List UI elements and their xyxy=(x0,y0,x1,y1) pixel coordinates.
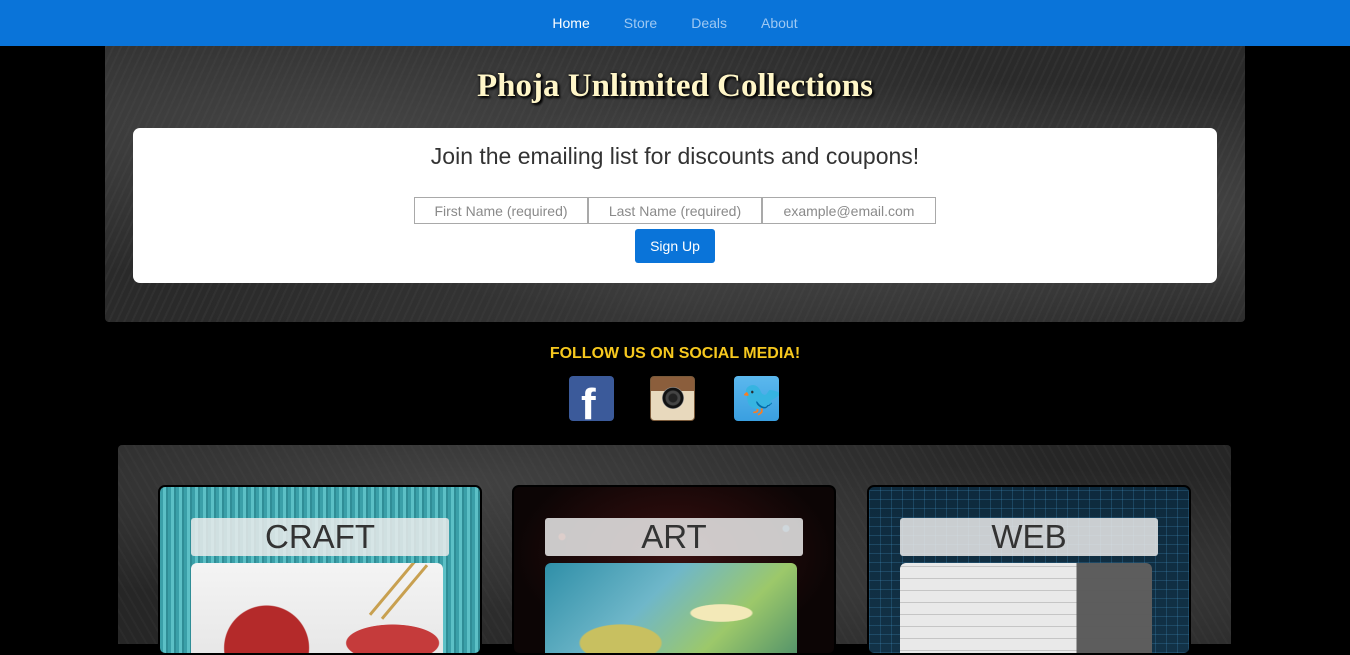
instagram-icon[interactable] xyxy=(650,376,695,421)
first-name-input[interactable] xyxy=(414,197,588,224)
nav-deals-link[interactable]: Deals xyxy=(674,15,744,31)
category-label-craft: CRAFT xyxy=(191,518,449,556)
top-navbar: Home Store Deals About xyxy=(0,0,1350,46)
art-image xyxy=(545,563,797,653)
facebook-icon[interactable]: f xyxy=(569,376,614,421)
nav-store-link[interactable]: Store xyxy=(607,15,674,31)
sign-up-button[interactable]: Sign Up xyxy=(635,229,715,263)
craft-image xyxy=(191,563,443,653)
signup-fields xyxy=(414,197,936,224)
site-title: Phoja Unlimited Collections xyxy=(477,68,873,104)
hero-banner: Phoja Unlimited Collections Join the ema… xyxy=(105,46,1245,322)
categories-panel: CRAFT ART WEB xyxy=(118,445,1231,655)
email-input[interactable] xyxy=(762,197,936,224)
web-image xyxy=(900,563,1152,653)
follow-social-heading: FOLLOW US ON SOCIAL MEDIA! xyxy=(549,345,801,362)
nav-about-link[interactable]: About xyxy=(744,15,815,31)
category-label-web: WEB xyxy=(900,518,1158,556)
twitter-icon[interactable]: 🐦 xyxy=(734,376,779,421)
category-card-web[interactable]: WEB xyxy=(867,485,1191,655)
signup-card: Join the emailing list for discounts and… xyxy=(133,128,1217,283)
category-card-art[interactable]: ART xyxy=(512,485,836,655)
signup-heading: Join the emailing list for discounts and… xyxy=(430,143,920,169)
last-name-input[interactable] xyxy=(588,197,762,224)
nav-home-link[interactable]: Home xyxy=(535,15,606,31)
category-card-craft[interactable]: CRAFT xyxy=(158,485,482,655)
category-label-art: ART xyxy=(545,518,803,556)
